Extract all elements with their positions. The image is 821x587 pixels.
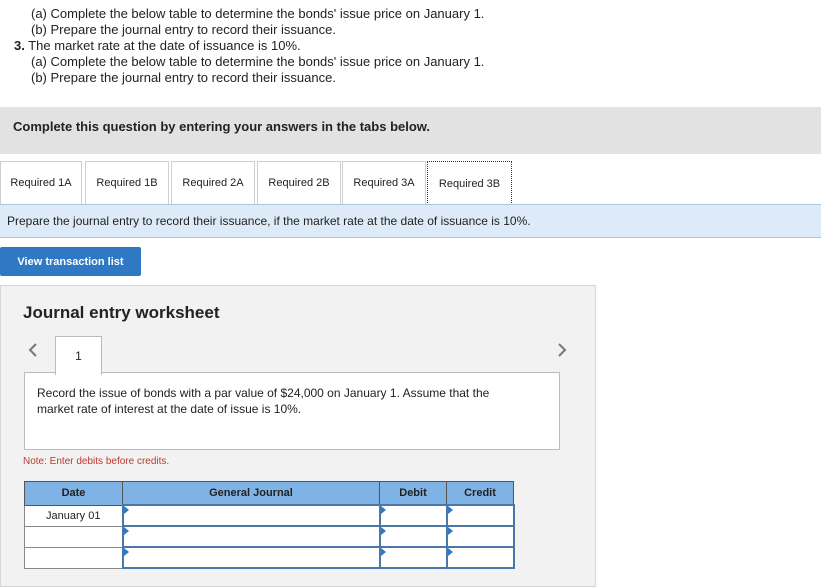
question-line: (a) Complete the below table to determin…: [31, 6, 485, 21]
question-line: (b) Prepare the journal entry to record …: [31, 22, 336, 37]
account-input[interactable]: [121, 546, 381, 569]
date-cell: [24, 525, 123, 548]
credit-input[interactable]: [445, 504, 515, 527]
column-header-date: Date: [24, 481, 123, 506]
credit-input[interactable]: [445, 546, 515, 569]
question-line: (b) Prepare the journal entry to record …: [31, 70, 336, 85]
debit-input[interactable]: [378, 504, 448, 527]
account-input[interactable]: [121, 525, 381, 548]
entry-page-tab[interactable]: 1: [55, 336, 102, 375]
column-header-credit: Credit: [446, 481, 514, 506]
record-description: Record the issue of bonds with a par val…: [24, 372, 560, 450]
date-cell: [24, 546, 123, 569]
view-transaction-list-button[interactable]: View transaction list: [0, 247, 141, 276]
table-row: [24, 525, 515, 548]
tab-required-3b[interactable]: Required 3B: [427, 161, 512, 205]
credit-input[interactable]: [445, 525, 515, 548]
column-header-debit: Debit: [379, 481, 447, 506]
date-cell: January 01: [24, 504, 123, 527]
tab-required-2a[interactable]: Required 2A: [171, 161, 255, 204]
tab-required-1b[interactable]: Required 1B: [85, 161, 169, 204]
debit-input[interactable]: [378, 546, 448, 569]
chevron-left-icon[interactable]: [25, 338, 41, 362]
tab-instruction: Prepare the journal entry to record thei…: [0, 204, 821, 238]
column-header-general-journal: General Journal: [122, 481, 380, 506]
instructions-banner: Complete this question by entering your …: [0, 107, 821, 154]
tab-required-3a[interactable]: Required 3A: [342, 161, 426, 204]
worksheet-title: Journal entry worksheet: [23, 303, 220, 322]
table-row: [24, 546, 515, 569]
tab-required-2b[interactable]: Required 2B: [257, 161, 341, 204]
account-input[interactable]: [121, 504, 381, 527]
debit-input[interactable]: [378, 525, 448, 548]
tab-required-1a[interactable]: Required 1A: [0, 161, 82, 204]
chevron-right-icon[interactable]: [554, 338, 570, 362]
question-line: (a) Complete the below table to determin…: [31, 54, 485, 69]
question-item-3: 3. The market rate at the date of issuan…: [14, 38, 301, 53]
journal-table: Date General Journal Debit Credit Januar…: [24, 481, 515, 569]
table-row: January 01: [24, 504, 515, 527]
journal-entry-worksheet: Journal entry worksheet 1 Record the iss…: [0, 285, 596, 587]
debits-note: Note: Enter debits before credits.: [23, 456, 170, 467]
